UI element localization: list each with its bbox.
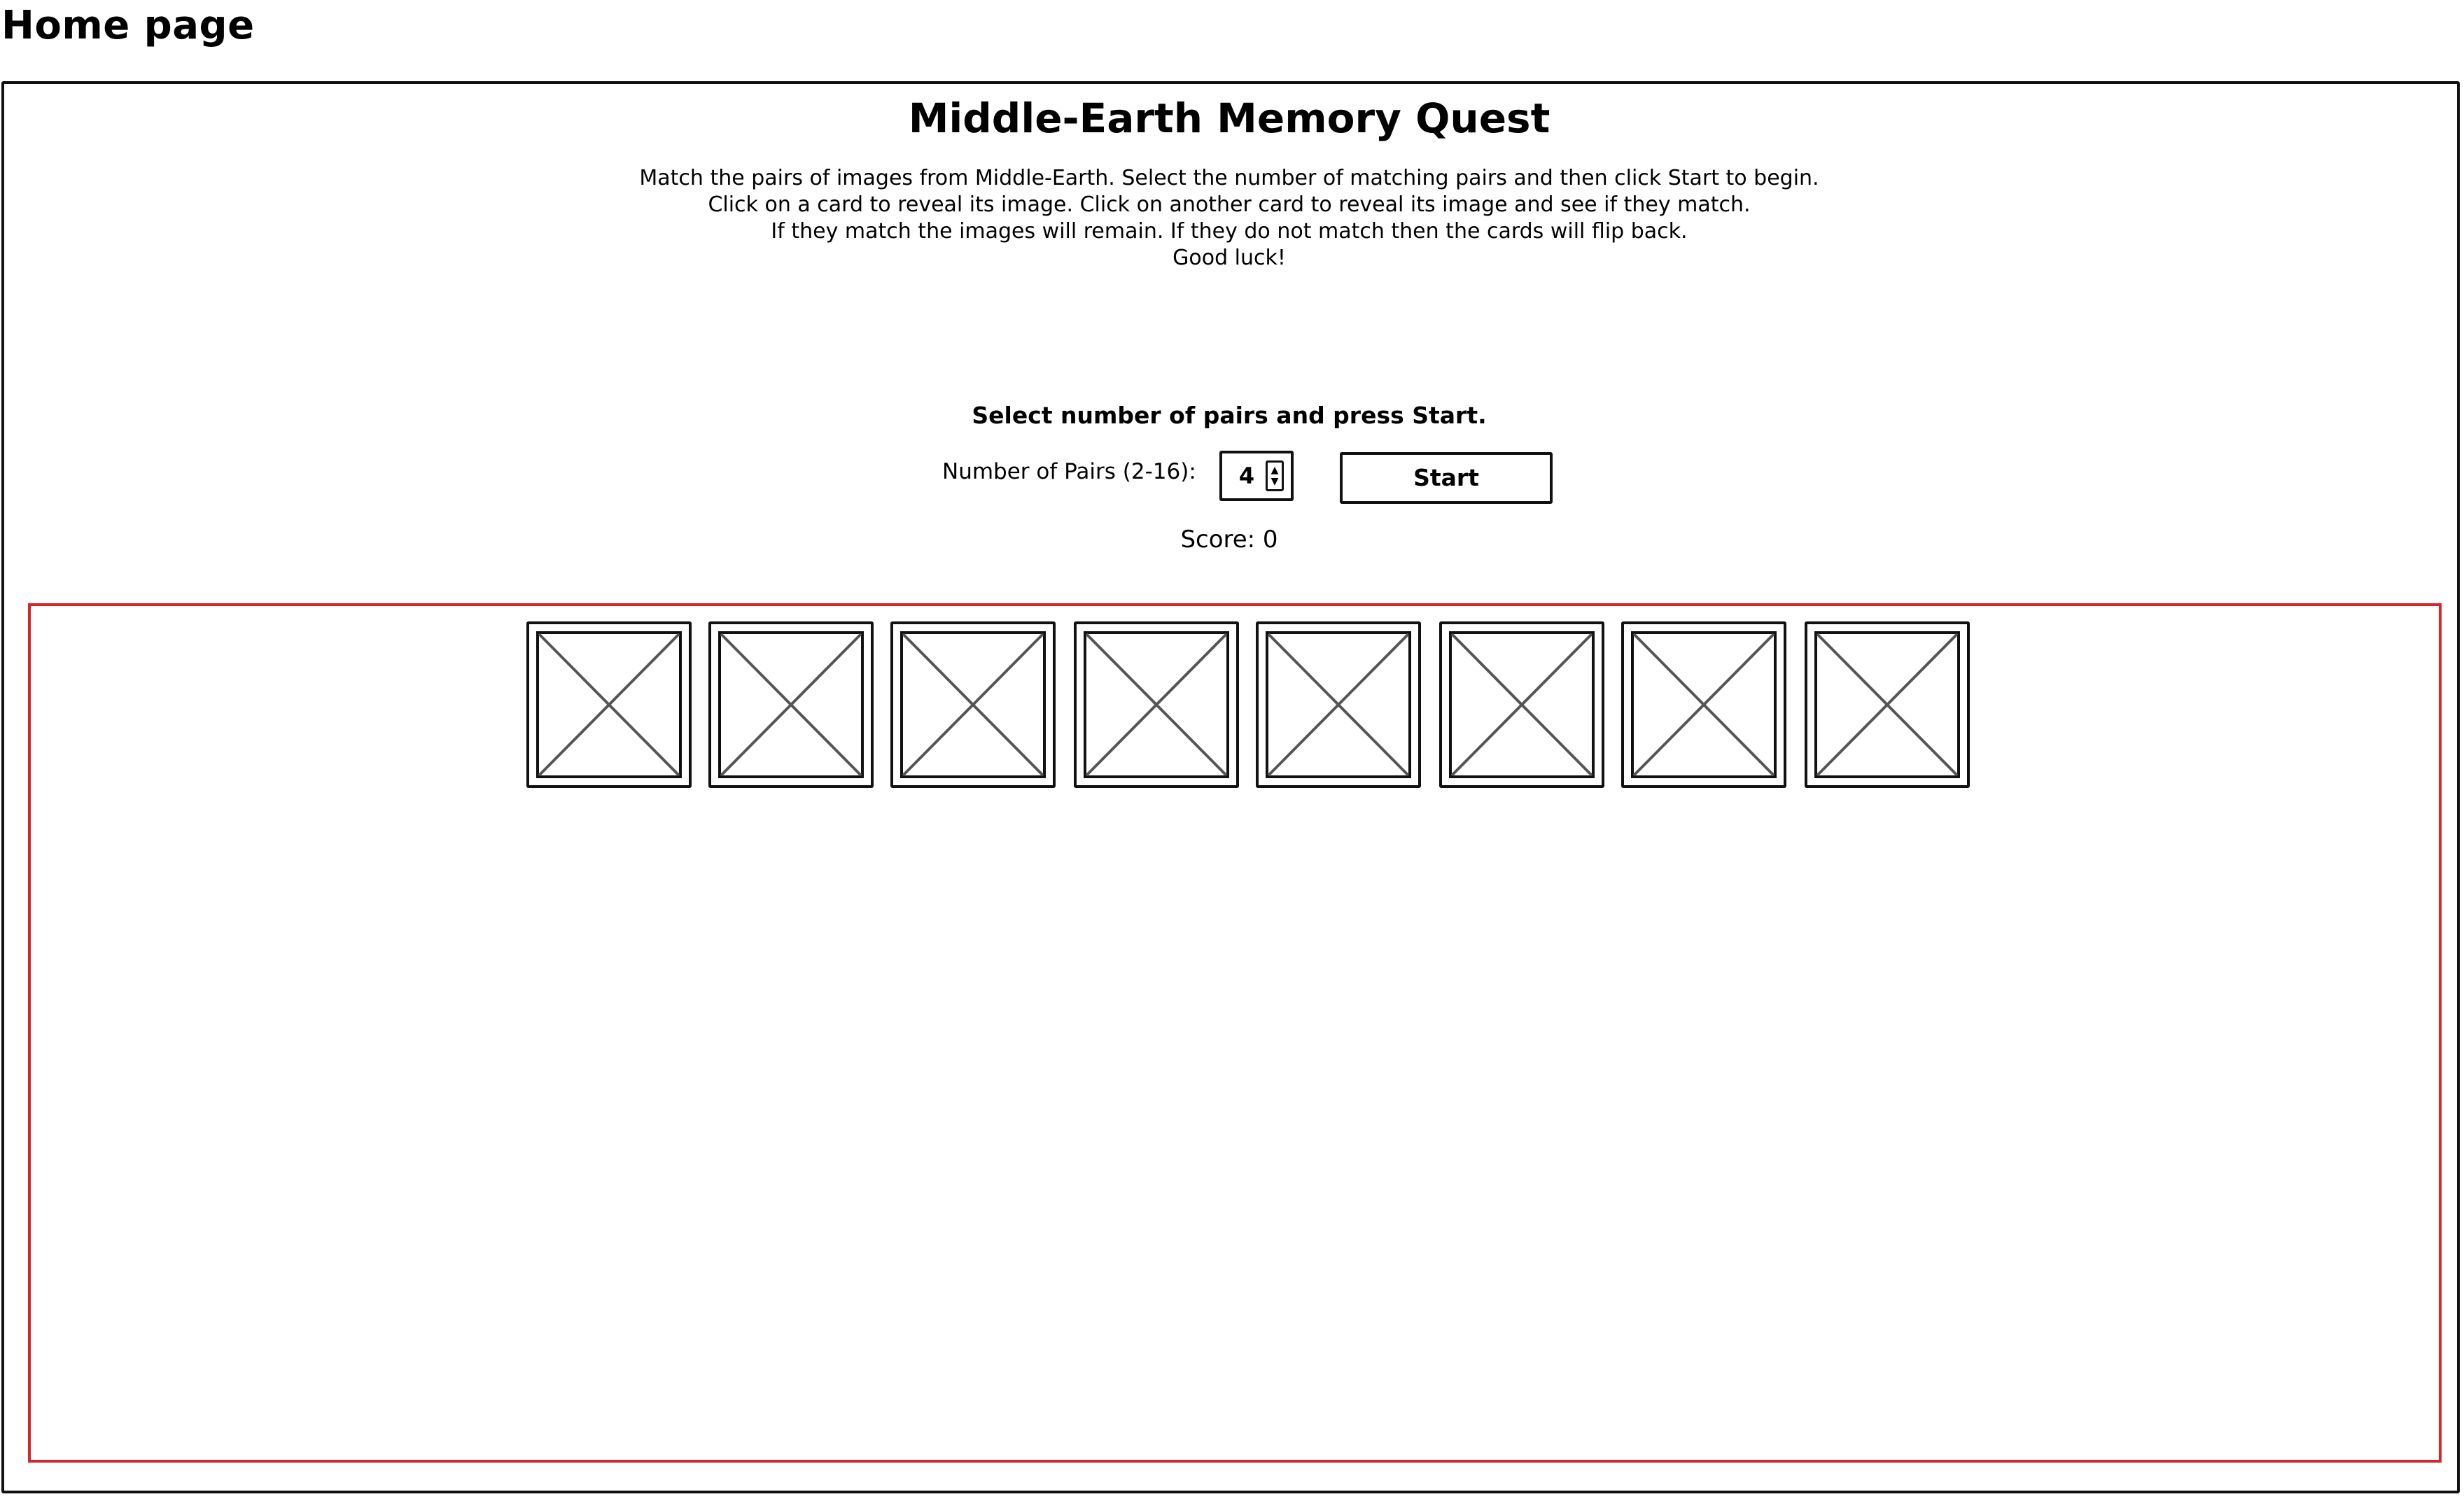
instruction-line: Good luck! <box>1172 246 1286 270</box>
memory-card[interactable] <box>890 621 1056 788</box>
memory-card[interactable] <box>1439 621 1604 788</box>
image-placeholder-icon <box>718 631 864 778</box>
stepper-down-icon[interactable]: ▼ <box>1271 476 1279 487</box>
start-prompt: Select number of pairs and press Start. <box>972 402 1487 429</box>
instruction-line: If they match the images will remain. If… <box>771 219 1688 244</box>
instructions: Match the pairs of images from Middle-Ea… <box>0 165 2458 272</box>
pairs-value[interactable]: 4 <box>1222 463 1266 489</box>
stepper-arrows-icon[interactable]: ▲ ▼ <box>1266 460 1284 491</box>
image-placeholder-icon <box>1084 631 1229 778</box>
game-title: Middle-Earth Memory Quest <box>908 94 1550 142</box>
image-placeholder-icon <box>536 631 682 778</box>
image-placeholder-icon <box>1449 631 1595 778</box>
score-display: Score: 0 <box>1180 526 1278 554</box>
image-placeholder-icon <box>1631 631 1777 778</box>
pairs-label: Number of Pairs (2-16): <box>942 459 1196 484</box>
start-button[interactable]: Start <box>1340 452 1553 504</box>
memory-card[interactable] <box>1256 621 1421 788</box>
image-placeholder-icon <box>1814 631 1960 778</box>
instruction-line: Match the pairs of images from Middle-Ea… <box>639 166 1819 190</box>
memory-card[interactable] <box>1621 621 1786 788</box>
image-placeholder-icon <box>900 631 1046 778</box>
page-label: Home page <box>1 3 255 48</box>
memory-card[interactable] <box>1805 621 1970 788</box>
memory-card[interactable] <box>1074 621 1239 788</box>
image-placeholder-icon <box>1266 631 1411 778</box>
memory-card[interactable] <box>526 621 692 788</box>
pairs-stepper[interactable]: 4 ▲ ▼ <box>1219 451 1294 501</box>
stepper-up-icon[interactable]: ▲ <box>1271 465 1279 476</box>
instruction-line: Click on a card to reveal its image. Cli… <box>708 192 1751 217</box>
memory-card[interactable] <box>708 621 874 788</box>
